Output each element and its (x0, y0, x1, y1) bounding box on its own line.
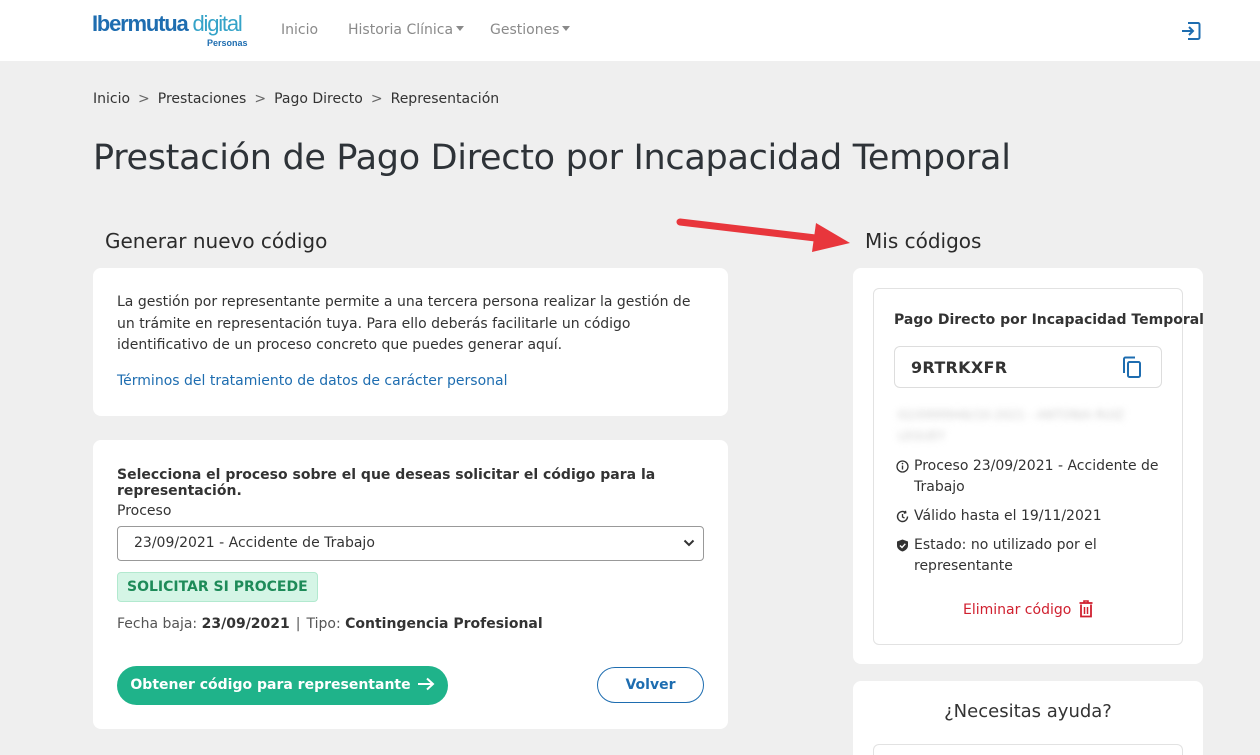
proceso-label: Proceso (117, 503, 172, 519)
clock-refresh-icon (896, 510, 909, 523)
chevron-down-icon (456, 26, 465, 31)
logout-icon[interactable] (1180, 20, 1202, 42)
breadcrumb: Inicio > Prestaciones > Pago Directo > Represe… (93, 91, 500, 107)
arrow-right-icon (417, 677, 435, 691)
proceso-select[interactable]: 23/09/2021 - Accidente de Trabajo (117, 526, 704, 561)
logo-subtitle: Personas (207, 38, 248, 48)
fecha-baja-value: 23/09/2021 (201, 616, 290, 632)
select-prompt: Selecciona el proceso sobre el que desea… (117, 467, 656, 499)
top-navbar: Ibermutua digital Personas Inicio Histor… (0, 0, 1260, 61)
nav-gestiones[interactable]: Gestiones (490, 22, 571, 38)
proceso-select-value: 23/09/2021 - Accidente de Trabajo (134, 535, 375, 551)
nav-inicio[interactable]: Inicio (281, 22, 318, 38)
annotation-arrow-icon (676, 218, 850, 252)
code-value: 9RTRKXFR (911, 358, 1008, 377)
trash-icon (1079, 600, 1093, 618)
code-validity-row: Válido hasta el 19/11/2021 (896, 506, 1164, 527)
blurred-personal-data: 02/0999946/10-2021 - ANTONIA RUIZ LEGUEY (898, 408, 1125, 443)
logo-text-main: Ibermutua (92, 11, 189, 36)
process-card: Selecciona el proceso sobre el que desea… (93, 440, 728, 729)
status-badge: SOLICITAR SI PROCEDE (117, 572, 318, 602)
breadcrumb-current: Representación (390, 91, 500, 107)
code-box: 9RTRKXFR (894, 346, 1162, 388)
page-title: Prestación de Pago Directo por Incapacid… (93, 138, 1011, 178)
info-text: La gestión por representante permite a u… (117, 294, 691, 353)
help-card: ¿Necesitas ayuda? (853, 681, 1203, 755)
delete-code-button[interactable]: Eliminar código (963, 600, 1093, 618)
shield-check-icon (897, 539, 908, 552)
codes-section-title: Mis códigos (865, 229, 982, 253)
code-item-title: Pago Directo por Incapacidad Temporal (894, 312, 1204, 328)
terms-link[interactable]: Términos del tratamiento de datos de car… (117, 373, 508, 389)
chevron-down-icon (683, 539, 695, 547)
codes-card: Pago Directo por Incapacidad Temporal 9R… (853, 268, 1204, 664)
volver-button[interactable]: Volver (597, 667, 704, 703)
ibermutua-logo[interactable]: Ibermutua digital Personas (92, 11, 252, 51)
code-item: Pago Directo por Incapacidad Temporal 9R… (873, 288, 1204, 645)
breadcrumb-prestaciones[interactable]: Prestaciones (158, 91, 247, 107)
generate-section-title: Generar nuevo código (105, 229, 328, 253)
code-proceso-row: Proceso 23/09/2021 - Accidente de Trabaj… (896, 456, 1164, 498)
copy-icon[interactable] (1121, 356, 1143, 380)
nav-historia-clinica[interactable]: Historia Clínica (348, 22, 465, 38)
code-status-row: Estado: no utilizado por el representant… (896, 535, 1164, 577)
info-card: La gestión por representante permite a u… (93, 268, 728, 416)
help-title: ¿Necesitas ayuda? (944, 701, 1112, 722)
logo-text-digital: digital (187, 11, 242, 36)
help-inner-box (873, 744, 1183, 755)
breadcrumb-inicio[interactable]: Inicio (93, 91, 130, 107)
tipo-value: Contingencia Profesional (345, 616, 543, 632)
breadcrumb-pago-directo[interactable]: Pago Directo (274, 91, 363, 107)
obtener-codigo-button[interactable]: Obtener código para representante (117, 666, 448, 705)
process-meta: Fecha baja: 23/09/2021 | Tipo: Contingenci… (117, 616, 543, 632)
info-icon (896, 460, 909, 473)
chevron-down-icon (562, 26, 571, 31)
